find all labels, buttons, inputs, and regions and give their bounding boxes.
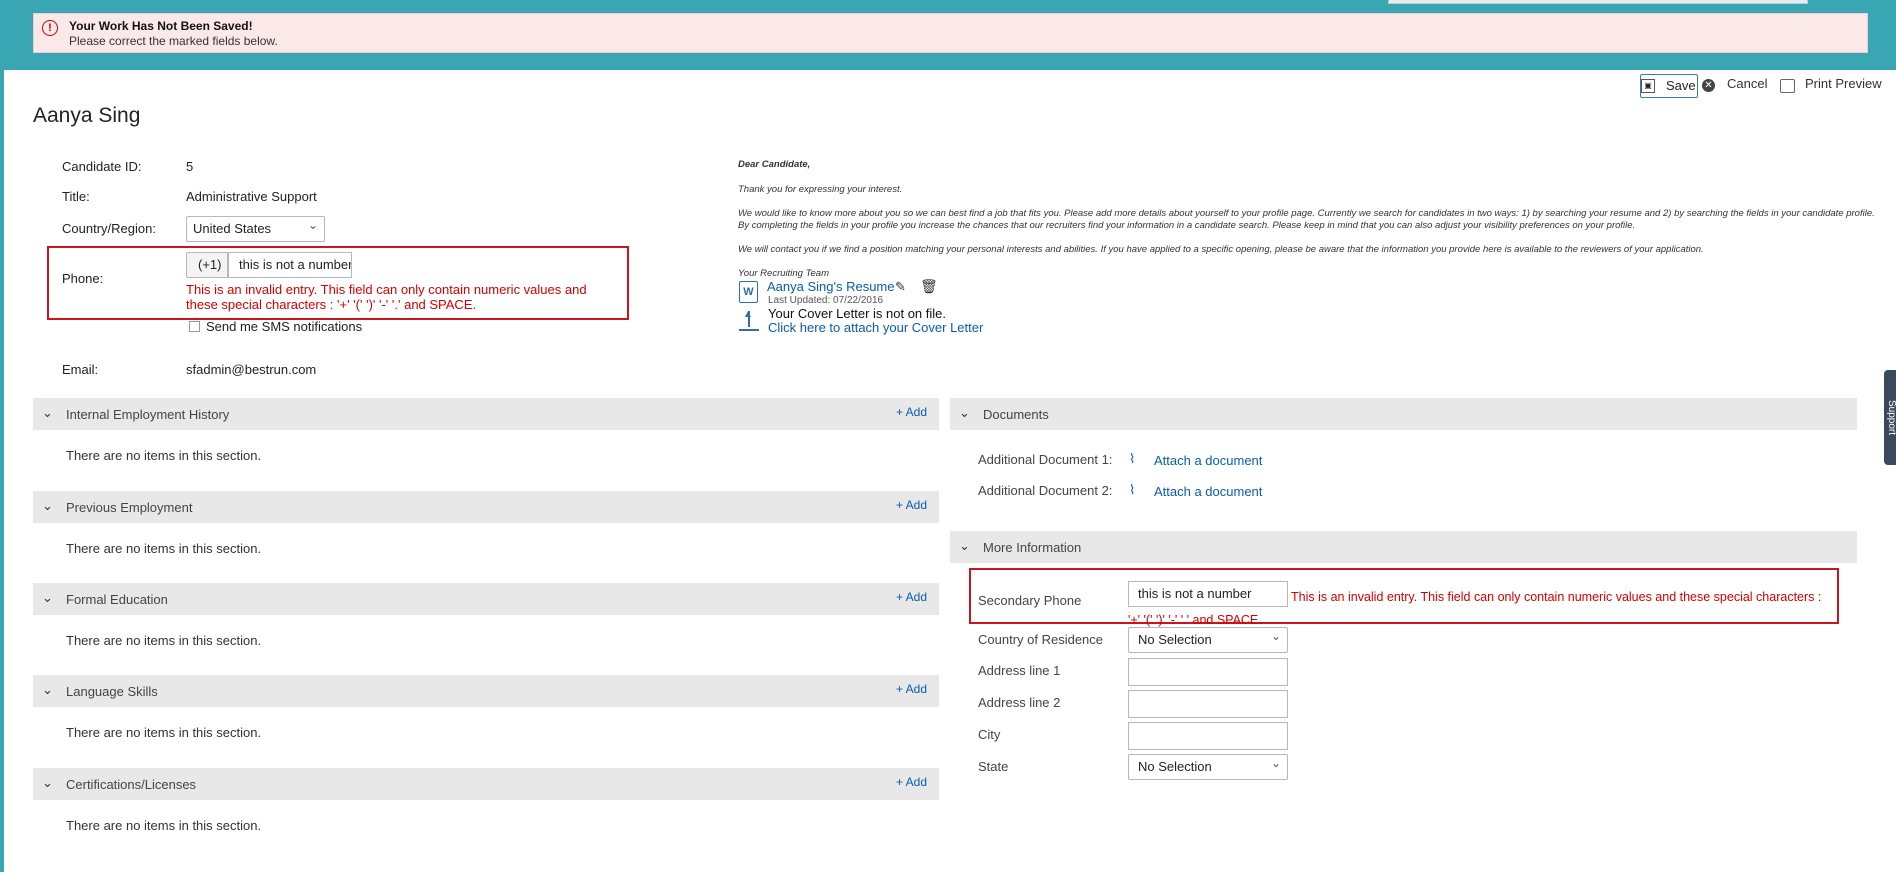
upload-icon[interactable]: ▲: [738, 309, 760, 333]
chevron-down-icon[interactable]: ⌄: [42, 405, 53, 421]
header-search-field[interactable]: [1388, 0, 1808, 4]
address-line-1-label: Address line 1: [978, 663, 1061, 678]
additional-document-1-label: Additional Document 1:: [978, 452, 1113, 467]
error-banner: ! Your Work Has Not Been Saved! Please c…: [33, 13, 1868, 53]
phone-country-code[interactable]: (+1): [186, 252, 228, 278]
chevron-down-icon[interactable]: ⌄: [959, 405, 970, 421]
address-line-1-input[interactable]: [1128, 658, 1288, 686]
cancel-button[interactable]: Cancel: [1727, 76, 1767, 91]
sms-label: Send me SMS notifications: [206, 319, 363, 334]
title-value: Administrative Support: [186, 189, 317, 204]
chevron-down-icon[interactable]: ⌄: [42, 775, 53, 791]
attach-cover-letter-link[interactable]: Click here to attach your Cover Letter: [768, 320, 983, 335]
chevron-down-icon[interactable]: ⌄: [42, 682, 53, 698]
state-select[interactable]: No Selection ⌄: [1128, 754, 1288, 780]
attach-document-2-link[interactable]: Attach a document: [1154, 484, 1262, 499]
country-of-residence-label: Country of Residence: [978, 632, 1104, 647]
paperclip-icon: ⌇: [1129, 451, 1136, 466]
section-formal-education[interactable]: ⌄ Formal Education + Add: [33, 583, 939, 615]
address-line-2-label: Address line 2: [978, 695, 1061, 710]
country-of-residence-select[interactable]: No Selection ⌄: [1128, 627, 1288, 653]
section-certifications[interactable]: ⌄ Certifications/Licenses + Add: [33, 768, 939, 800]
add-previous-employment-button[interactable]: + Add: [896, 498, 927, 512]
delete-trash-icon[interactable]: 🗑: [920, 278, 938, 295]
paperclip-icon: ⌇: [1129, 482, 1136, 497]
city-label: City: [978, 727, 1001, 742]
add-certifications-button[interactable]: + Add: [896, 775, 927, 789]
address-line-2-input[interactable]: [1128, 690, 1288, 718]
empty-section-message: There are no items in this section.: [66, 633, 262, 648]
candidate-id-value: 5: [186, 159, 194, 174]
add-internal-employment-button[interactable]: + Add: [896, 405, 927, 419]
section-language-skills[interactable]: ⌄ Language Skills + Add: [33, 675, 939, 707]
phone-error-message: This is an invalid entry. This field can…: [186, 282, 587, 312]
chevron-down-icon: ⌄: [307, 218, 318, 232]
chevron-down-icon[interactable]: ⌄: [42, 498, 53, 514]
state-label: State: [978, 759, 1009, 774]
email-value: sfadmin@bestrun.com: [186, 362, 317, 377]
letter-salutation: Dear Candidate,: [738, 159, 811, 170]
empty-section-message: There are no items in this section.: [66, 818, 262, 833]
error-icon: !: [42, 20, 58, 36]
print-preview-button[interactable]: Print Preview: [1805, 76, 1882, 91]
phone-input[interactable]: this is not a number: [228, 252, 352, 278]
letter-paragraph-2: We would like to know more about you so …: [738, 208, 1875, 231]
candidate-id-label: Candidate ID:: [62, 159, 142, 174]
phone-label: Phone:: [62, 271, 104, 286]
save-icon: ▣: [1641, 79, 1655, 93]
word-document-icon: W: [739, 281, 758, 303]
section-internal-employment[interactable]: ⌄ Internal Employment History + Add: [33, 398, 939, 430]
sms-checkbox[interactable]: [189, 321, 200, 332]
chevron-down-icon: ⌄: [1270, 629, 1281, 643]
attach-document-1-link[interactable]: Attach a document: [1154, 453, 1262, 468]
country-select[interactable]: United States ⌄: [186, 216, 325, 242]
secondary-phone-label: Secondary Phone: [978, 593, 1082, 608]
letter-paragraph-1: Thank you for expressing your interest.: [738, 184, 903, 195]
save-button[interactable]: ▣ Save: [1640, 74, 1698, 98]
add-language-skills-button[interactable]: + Add: [896, 682, 927, 696]
print-icon[interactable]: [1780, 79, 1795, 93]
letter-paragraph-3: We will contact you if we find a positio…: [738, 244, 1704, 255]
additional-document-2-label: Additional Document 2:: [978, 483, 1113, 498]
edit-pencil-icon[interactable]: ✎: [895, 279, 906, 295]
left-edge-bar: [0, 70, 4, 872]
city-input[interactable]: [1128, 722, 1288, 750]
section-previous-employment[interactable]: ⌄ Previous Employment + Add: [33, 491, 939, 523]
country-label: Country/Region:: [62, 221, 156, 236]
add-formal-education-button[interactable]: + Add: [896, 590, 927, 604]
secondary-phone-error-message: This is an invalid entry. This field can…: [1128, 590, 1822, 627]
title-label: Title:: [62, 189, 90, 204]
support-tab[interactable]: Support: [1884, 370, 1896, 465]
error-banner-title: Your Work Has Not Been Saved!: [69, 19, 253, 33]
chevron-down-icon[interactable]: ⌄: [959, 538, 970, 554]
chevron-down-icon[interactable]: ⌄: [42, 590, 53, 606]
section-more-information[interactable]: ⌄ More Information: [950, 531, 1857, 563]
empty-section-message: There are no items in this section.: [66, 541, 262, 556]
empty-section-message: There are no items in this section.: [66, 725, 262, 740]
cover-letter-status: Your Cover Letter is not on file.: [768, 306, 947, 321]
resume-last-updated: Last Updated: 07/22/2016: [768, 295, 884, 306]
error-banner-message: Please correct the marked fields below.: [69, 34, 278, 48]
resume-link[interactable]: Aanya Sing's Resume: [767, 279, 895, 294]
page-title: Aanya Sing: [33, 104, 141, 127]
email-label: Email:: [62, 362, 99, 377]
empty-section-message: There are no items in this section.: [66, 448, 262, 463]
section-documents[interactable]: ⌄ Documents: [950, 398, 1857, 430]
cancel-icon[interactable]: ✕: [1702, 79, 1715, 92]
chevron-down-icon: ⌄: [1270, 756, 1281, 770]
